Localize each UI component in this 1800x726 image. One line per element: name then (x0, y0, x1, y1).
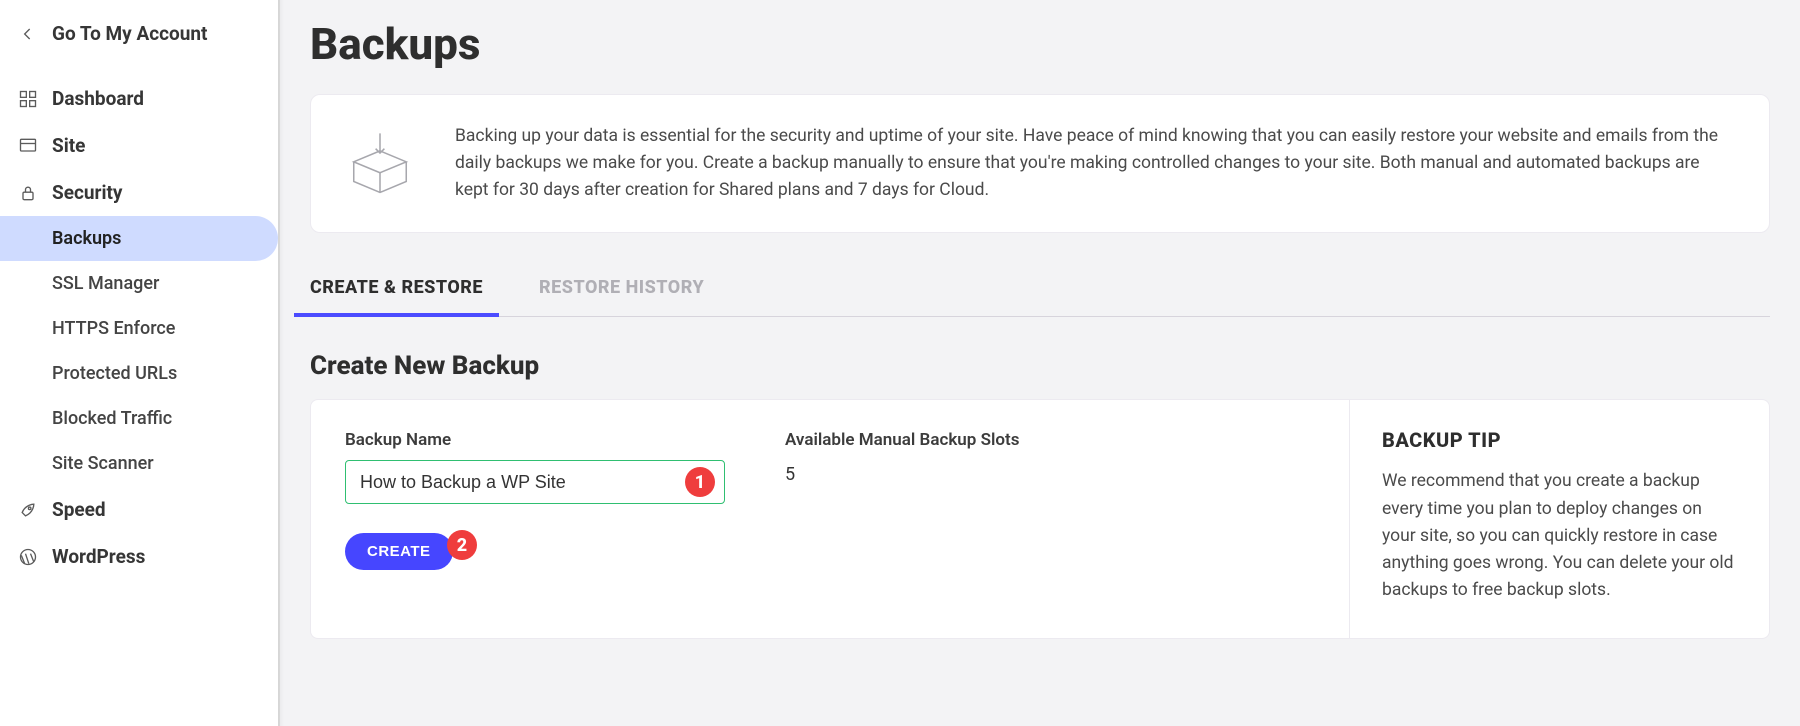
subnav-label: Site Scanner (52, 453, 154, 474)
wordpress-icon (18, 547, 38, 567)
tab-label: RESTORE HISTORY (539, 277, 704, 298)
tab-restore-history[interactable]: RESTORE HISTORY (539, 267, 704, 316)
rocket-icon (18, 500, 38, 520)
info-card: Backing up your data is essential for th… (310, 94, 1770, 233)
backup-name-input[interactable] (345, 460, 725, 504)
nav-security[interactable]: Security (0, 169, 278, 216)
subnav-label: SSL Manager (52, 273, 159, 294)
field-label: Backup Name (345, 430, 725, 450)
grid-icon (18, 89, 38, 109)
info-text: Backing up your data is essential for th… (455, 123, 1735, 204)
subnav-label: Protected URLs (52, 363, 177, 384)
section-title: Create New Backup (310, 351, 1770, 381)
main-content: Backups Backing up your data is essentia… (280, 0, 1800, 726)
tab-create-restore[interactable]: CREATE & RESTORE (310, 267, 483, 316)
panel-tip: BACKUP TIP We recommend that you create … (1349, 400, 1769, 638)
create-backup-panel: Backup Name 1 Available Manual Backup Sl… (310, 399, 1770, 639)
nav-item-label: Dashboard (52, 87, 144, 110)
field-backup-name: Backup Name 1 (345, 430, 725, 504)
sidebar: Go To My Account Dashboard Site Security… (0, 0, 280, 726)
create-button[interactable]: CREATE (345, 533, 453, 570)
site-icon (18, 136, 38, 156)
nav-item-label: Security (52, 181, 122, 204)
annotation-badge-2: 2 (447, 530, 477, 560)
subnav-label: Backups (52, 228, 121, 249)
nav-speed[interactable]: Speed (0, 486, 278, 533)
field-slots: Available Manual Backup Slots 5 (785, 430, 1019, 504)
subnav-blocked-traffic[interactable]: Blocked Traffic (0, 396, 278, 441)
subnav-ssl-manager[interactable]: SSL Manager (0, 261, 278, 306)
tab-label: CREATE & RESTORE (310, 277, 483, 298)
box-illustration (345, 129, 415, 199)
subnav-label: Blocked Traffic (52, 408, 172, 429)
nav-back-label: Go To My Account (52, 22, 207, 45)
slots-value: 5 (785, 464, 1019, 485)
subnav-protected-urls[interactable]: Protected URLs (0, 351, 278, 396)
tip-text: We recommend that you create a backup ev… (1382, 468, 1737, 604)
tip-title: BACKUP TIP (1382, 428, 1737, 452)
tabs: CREATE & RESTORE RESTORE HISTORY (310, 267, 1770, 317)
nav-wordpress[interactable]: WordPress (0, 533, 278, 580)
subnav-label: HTTPS Enforce (52, 318, 175, 339)
nav-dashboard[interactable]: Dashboard (0, 75, 278, 122)
subnav-site-scanner[interactable]: Site Scanner (0, 441, 278, 486)
field-label: Available Manual Backup Slots (785, 430, 1019, 450)
nav-item-label: WordPress (52, 545, 145, 568)
lock-icon (18, 183, 38, 203)
subnav-backups[interactable]: Backups (0, 216, 278, 261)
subnav-https-enforce[interactable]: HTTPS Enforce (0, 306, 278, 351)
nav-item-label: Site (52, 134, 85, 157)
nav-item-label: Speed (52, 498, 106, 521)
nav-site[interactable]: Site (0, 122, 278, 169)
arrow-left-icon (18, 24, 38, 44)
page-title: Backups (310, 18, 1770, 70)
nav-back[interactable]: Go To My Account (0, 10, 278, 57)
panel-form: Backup Name 1 Available Manual Backup Sl… (311, 400, 1349, 638)
